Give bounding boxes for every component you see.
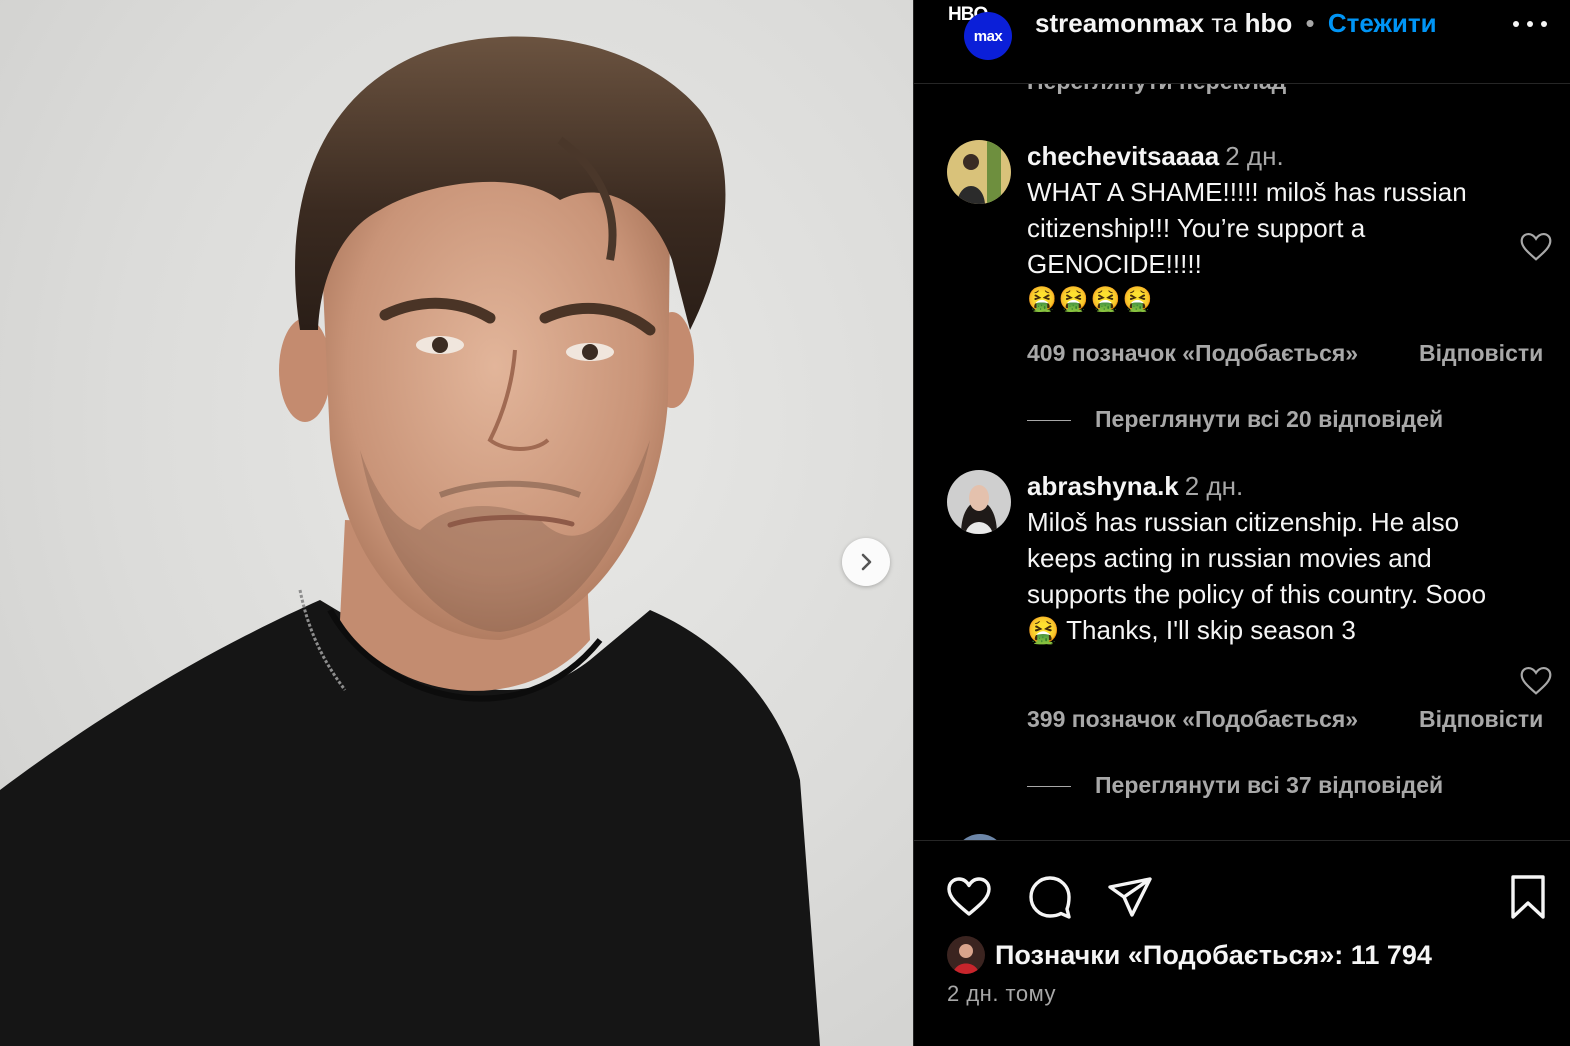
comment-username[interactable]: abrashyna.k — [1027, 471, 1179, 501]
replies-divider — [1027, 786, 1071, 788]
avatar-image — [947, 936, 985, 974]
comment-emoji: 🤮 — [1027, 615, 1060, 645]
comment-meta: 399 позначок «Подобається» Відповісти — [1027, 706, 1547, 733]
header-separator: • — [1305, 8, 1315, 38]
chevron-right-icon — [861, 553, 872, 571]
comment-likes[interactable]: 409 позначок «Подобається» — [1027, 340, 1358, 366]
comment-likes[interactable]: 399 позначок «Подобається» — [1027, 706, 1358, 732]
post-likes-count: Позначки «Подобається»: 11 794 — [995, 939, 1432, 970]
collaborator-username[interactable]: hbo — [1245, 8, 1293, 38]
comment-text-part: Miloš has russian citizenship. He also k… — [1027, 507, 1487, 609]
author-connector: та — [1211, 8, 1238, 38]
like-comment-heart-icon[interactable] — [1519, 232, 1553, 262]
comment-text: WHAT A SHAME!!!!! miloš has russian citi… — [1027, 177, 1467, 279]
post-sidebar: HBO max streamonmax та hbo • Стежити Пер… — [913, 0, 1570, 1046]
comment-emoji: 🤮🤮🤮🤮 — [1027, 286, 1155, 313]
view-replies-button[interactable]: Переглянути всі 20 відповідей — [1027, 406, 1443, 433]
bookmark-icon[interactable] — [1504, 873, 1552, 921]
post-timestamp[interactable]: 2 дн. тому — [947, 981, 1056, 1007]
comment-username[interactable]: chechevitsaaaa — [1027, 141, 1219, 171]
comment-meta: 409 позначок «Подобається» Відповісти — [1027, 340, 1547, 367]
like-comment-heart-icon[interactable] — [1519, 666, 1553, 696]
liker-avatar — [947, 936, 985, 974]
comment-text-part: Thanks, I'll skip season 3 — [1066, 615, 1356, 645]
commenter-avatar[interactable] — [947, 140, 1011, 204]
commenter-avatar[interactable] — [947, 470, 1011, 534]
author-username[interactable]: streamonmax — [1035, 8, 1204, 38]
avatar-image — [947, 470, 1011, 534]
account-avatar[interactable]: HBO max — [948, 4, 1014, 60]
portrait-photo — [0, 36, 820, 1046]
follow-button[interactable]: Стежити — [1328, 8, 1437, 38]
comment-text: Miloš has russian citizenship. He also k… — [1027, 504, 1502, 648]
carousel-next-button[interactable] — [842, 538, 890, 586]
reply-button[interactable]: Відповісти — [1419, 706, 1543, 733]
avatar-image — [947, 140, 1011, 204]
view-replies-button[interactable]: Переглянути всі 37 відповідей — [1027, 772, 1443, 799]
comment-body: chechevitsaaaa 2 дн. WHAT A SHAME!!!!! mi… — [1027, 138, 1502, 318]
send-icon[interactable] — [1106, 873, 1154, 921]
comment-body: abrashyna.k 2 дн. Miloš has russian citiz… — [1027, 468, 1502, 648]
view-replies-label: Переглянути всі 20 відповідей — [1095, 406, 1444, 432]
post-header: HBO max streamonmax та hbo • Стежити — [914, 0, 1570, 84]
heart-icon[interactable] — [945, 873, 993, 921]
comments-list[interactable]: Переглянути переклад chechevitsaaaa2 дн.… — [914, 84, 1570, 840]
view-replies-label: Переглянути всі 37 відповідей — [1095, 772, 1444, 798]
more-options-icon[interactable] — [1513, 12, 1547, 36]
comment-time: 2 дн. — [1184, 471, 1244, 501]
comment-time: 2 дн. — [1225, 141, 1284, 171]
reply-button[interactable]: Відповісти — [1419, 340, 1543, 367]
post-media — [0, 0, 913, 1046]
see-translation-link[interactable]: Переглянути переклад — [1027, 84, 1286, 95]
replies-divider — [1027, 420, 1071, 422]
max-logo: max — [964, 12, 1012, 60]
post-actions: Позначки «Подобається»: 11 794 2 дн. том… — [914, 840, 1570, 1046]
post-likes[interactable]: Позначки «Подобається»: 11 794 — [947, 935, 1432, 975]
post-author: streamonmax та hbo • Стежити — [1035, 8, 1437, 39]
comment-icon[interactable] — [1026, 873, 1074, 921]
